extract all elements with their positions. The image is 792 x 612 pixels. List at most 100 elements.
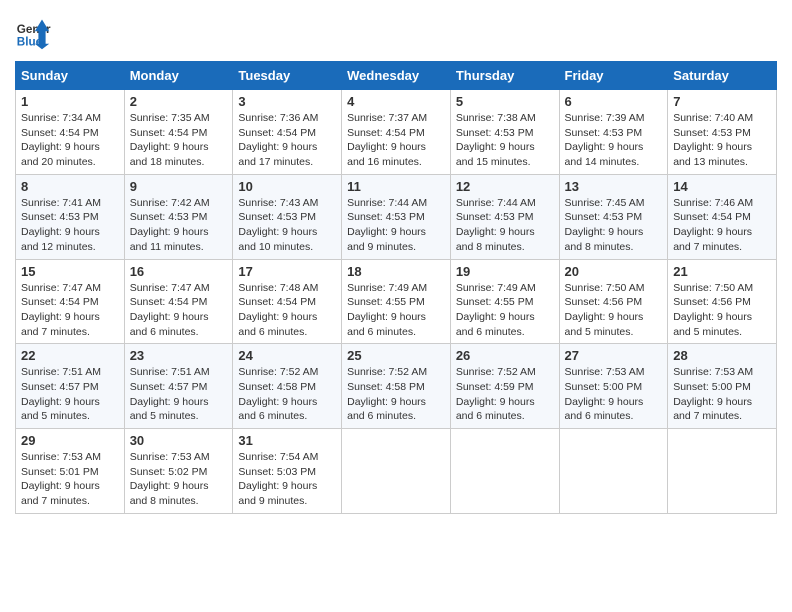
day-info: Sunrise: 7:47 AM Sunset: 4:54 PM Dayligh…: [130, 281, 228, 340]
day-number: 12: [456, 179, 554, 194]
calendar-cell: 16 Sunrise: 7:47 AM Sunset: 4:54 PM Dayl…: [124, 259, 233, 344]
day-number: 6: [565, 94, 663, 109]
day-info: Sunrise: 7:36 AM Sunset: 4:54 PM Dayligh…: [238, 111, 336, 170]
day-info: Sunrise: 7:38 AM Sunset: 4:53 PM Dayligh…: [456, 111, 554, 170]
weekday-header: Wednesday: [342, 62, 451, 90]
calendar-cell: 24 Sunrise: 7:52 AM Sunset: 4:58 PM Dayl…: [233, 344, 342, 429]
day-info: Sunrise: 7:54 AM Sunset: 5:03 PM Dayligh…: [238, 450, 336, 509]
day-number: 7: [673, 94, 771, 109]
day-info: Sunrise: 7:52 AM Sunset: 4:59 PM Dayligh…: [456, 365, 554, 424]
day-number: 23: [130, 348, 228, 363]
day-number: 14: [673, 179, 771, 194]
day-info: Sunrise: 7:50 AM Sunset: 4:56 PM Dayligh…: [565, 281, 663, 340]
calendar-week-row: 15 Sunrise: 7:47 AM Sunset: 4:54 PM Dayl…: [16, 259, 777, 344]
day-info: Sunrise: 7:48 AM Sunset: 4:54 PM Dayligh…: [238, 281, 336, 340]
day-number: 8: [21, 179, 119, 194]
calendar-cell: 27 Sunrise: 7:53 AM Sunset: 5:00 PM Dayl…: [559, 344, 668, 429]
calendar-cell: [450, 429, 559, 514]
day-info: Sunrise: 7:42 AM Sunset: 4:53 PM Dayligh…: [130, 196, 228, 255]
calendar-table: SundayMondayTuesdayWednesdayThursdayFrid…: [15, 61, 777, 514]
weekday-header: Saturday: [668, 62, 777, 90]
day-number: 10: [238, 179, 336, 194]
calendar-cell: 30 Sunrise: 7:53 AM Sunset: 5:02 PM Dayl…: [124, 429, 233, 514]
day-number: 1: [21, 94, 119, 109]
day-number: 18: [347, 264, 445, 279]
day-number: 21: [673, 264, 771, 279]
day-info: Sunrise: 7:43 AM Sunset: 4:53 PM Dayligh…: [238, 196, 336, 255]
day-info: Sunrise: 7:46 AM Sunset: 4:54 PM Dayligh…: [673, 196, 771, 255]
calendar-cell: 28 Sunrise: 7:53 AM Sunset: 5:00 PM Dayl…: [668, 344, 777, 429]
day-info: Sunrise: 7:49 AM Sunset: 4:55 PM Dayligh…: [347, 281, 445, 340]
logo-icon: General Blue: [15, 15, 51, 51]
calendar-cell: 8 Sunrise: 7:41 AM Sunset: 4:53 PM Dayli…: [16, 174, 125, 259]
calendar-cell: 31 Sunrise: 7:54 AM Sunset: 5:03 PM Dayl…: [233, 429, 342, 514]
calendar-cell: 10 Sunrise: 7:43 AM Sunset: 4:53 PM Dayl…: [233, 174, 342, 259]
calendar-cell: 20 Sunrise: 7:50 AM Sunset: 4:56 PM Dayl…: [559, 259, 668, 344]
day-info: Sunrise: 7:44 AM Sunset: 4:53 PM Dayligh…: [347, 196, 445, 255]
calendar-week-row: 1 Sunrise: 7:34 AM Sunset: 4:54 PM Dayli…: [16, 90, 777, 175]
day-number: 26: [456, 348, 554, 363]
day-number: 29: [21, 433, 119, 448]
calendar-cell: 18 Sunrise: 7:49 AM Sunset: 4:55 PM Dayl…: [342, 259, 451, 344]
page-header: General Blue: [15, 15, 777, 51]
calendar-cell: 17 Sunrise: 7:48 AM Sunset: 4:54 PM Dayl…: [233, 259, 342, 344]
day-number: 22: [21, 348, 119, 363]
logo: General Blue: [15, 15, 51, 51]
weekday-header: Tuesday: [233, 62, 342, 90]
calendar-cell: [342, 429, 451, 514]
calendar-cell: [668, 429, 777, 514]
day-number: 9: [130, 179, 228, 194]
calendar-week-row: 8 Sunrise: 7:41 AM Sunset: 4:53 PM Dayli…: [16, 174, 777, 259]
day-number: 28: [673, 348, 771, 363]
calendar-cell: 2 Sunrise: 7:35 AM Sunset: 4:54 PM Dayli…: [124, 90, 233, 175]
day-number: 25: [347, 348, 445, 363]
calendar-cell: 23 Sunrise: 7:51 AM Sunset: 4:57 PM Dayl…: [124, 344, 233, 429]
day-number: 24: [238, 348, 336, 363]
calendar-cell: 19 Sunrise: 7:49 AM Sunset: 4:55 PM Dayl…: [450, 259, 559, 344]
calendar-cell: 15 Sunrise: 7:47 AM Sunset: 4:54 PM Dayl…: [16, 259, 125, 344]
calendar-cell: 5 Sunrise: 7:38 AM Sunset: 4:53 PM Dayli…: [450, 90, 559, 175]
day-number: 3: [238, 94, 336, 109]
day-number: 16: [130, 264, 228, 279]
weekday-header: Monday: [124, 62, 233, 90]
day-number: 31: [238, 433, 336, 448]
day-info: Sunrise: 7:52 AM Sunset: 4:58 PM Dayligh…: [347, 365, 445, 424]
day-info: Sunrise: 7:37 AM Sunset: 4:54 PM Dayligh…: [347, 111, 445, 170]
calendar-cell: 13 Sunrise: 7:45 AM Sunset: 4:53 PM Dayl…: [559, 174, 668, 259]
day-number: 15: [21, 264, 119, 279]
day-info: Sunrise: 7:53 AM Sunset: 5:01 PM Dayligh…: [21, 450, 119, 509]
calendar-cell: 21 Sunrise: 7:50 AM Sunset: 4:56 PM Dayl…: [668, 259, 777, 344]
calendar-cell: 1 Sunrise: 7:34 AM Sunset: 4:54 PM Dayli…: [16, 90, 125, 175]
day-info: Sunrise: 7:52 AM Sunset: 4:58 PM Dayligh…: [238, 365, 336, 424]
day-info: Sunrise: 7:53 AM Sunset: 5:00 PM Dayligh…: [673, 365, 771, 424]
day-number: 27: [565, 348, 663, 363]
day-info: Sunrise: 7:51 AM Sunset: 4:57 PM Dayligh…: [130, 365, 228, 424]
calendar-cell: 14 Sunrise: 7:46 AM Sunset: 4:54 PM Dayl…: [668, 174, 777, 259]
day-number: 11: [347, 179, 445, 194]
day-number: 4: [347, 94, 445, 109]
day-info: Sunrise: 7:51 AM Sunset: 4:57 PM Dayligh…: [21, 365, 119, 424]
calendar-cell: 3 Sunrise: 7:36 AM Sunset: 4:54 PM Dayli…: [233, 90, 342, 175]
calendar-cell: 11 Sunrise: 7:44 AM Sunset: 4:53 PM Dayl…: [342, 174, 451, 259]
day-info: Sunrise: 7:47 AM Sunset: 4:54 PM Dayligh…: [21, 281, 119, 340]
weekday-header: Sunday: [16, 62, 125, 90]
day-info: Sunrise: 7:34 AM Sunset: 4:54 PM Dayligh…: [21, 111, 119, 170]
calendar-cell: 22 Sunrise: 7:51 AM Sunset: 4:57 PM Dayl…: [16, 344, 125, 429]
day-info: Sunrise: 7:35 AM Sunset: 4:54 PM Dayligh…: [130, 111, 228, 170]
calendar-body: 1 Sunrise: 7:34 AM Sunset: 4:54 PM Dayli…: [16, 90, 777, 514]
calendar-cell: 9 Sunrise: 7:42 AM Sunset: 4:53 PM Dayli…: [124, 174, 233, 259]
calendar-cell: 12 Sunrise: 7:44 AM Sunset: 4:53 PM Dayl…: [450, 174, 559, 259]
weekday-header: Friday: [559, 62, 668, 90]
calendar-week-row: 22 Sunrise: 7:51 AM Sunset: 4:57 PM Dayl…: [16, 344, 777, 429]
day-info: Sunrise: 7:50 AM Sunset: 4:56 PM Dayligh…: [673, 281, 771, 340]
day-info: Sunrise: 7:44 AM Sunset: 4:53 PM Dayligh…: [456, 196, 554, 255]
day-info: Sunrise: 7:40 AM Sunset: 4:53 PM Dayligh…: [673, 111, 771, 170]
calendar-cell: 25 Sunrise: 7:52 AM Sunset: 4:58 PM Dayl…: [342, 344, 451, 429]
day-number: 20: [565, 264, 663, 279]
day-number: 13: [565, 179, 663, 194]
day-number: 17: [238, 264, 336, 279]
calendar-cell: 4 Sunrise: 7:37 AM Sunset: 4:54 PM Dayli…: [342, 90, 451, 175]
calendar-cell: 7 Sunrise: 7:40 AM Sunset: 4:53 PM Dayli…: [668, 90, 777, 175]
day-info: Sunrise: 7:39 AM Sunset: 4:53 PM Dayligh…: [565, 111, 663, 170]
day-info: Sunrise: 7:49 AM Sunset: 4:55 PM Dayligh…: [456, 281, 554, 340]
